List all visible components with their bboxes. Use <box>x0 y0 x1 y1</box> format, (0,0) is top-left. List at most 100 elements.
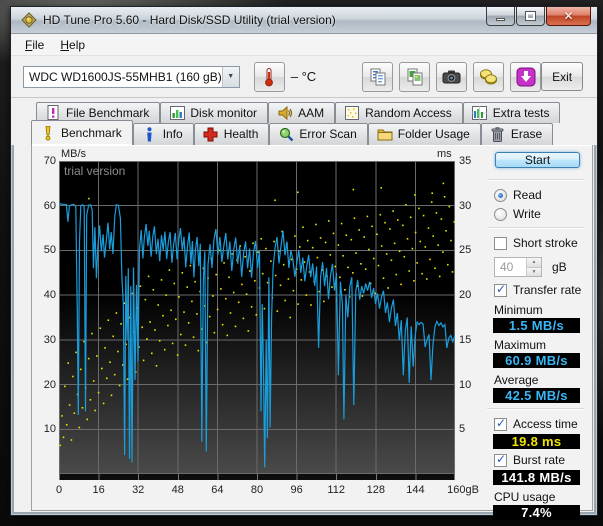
x-tick: 16 <box>79 484 119 496</box>
copy-image-icon <box>406 68 424 86</box>
titlebar[interactable]: HD Tune Pro 5.60 - Hard Disk/SSD Utility… <box>11 7 597 34</box>
tab-label: Folder Usage <box>398 127 470 141</box>
write-radio-row[interactable]: Write <box>494 207 584 221</box>
y-left-tick: 60 <box>32 200 56 212</box>
burst-rate-checkbox[interactable] <box>494 454 507 467</box>
tab-strip: File Benchmark Disk monitor AAM Random A… <box>11 98 597 145</box>
short-stroke-label: Short stroke <box>513 236 578 250</box>
folder-icon <box>377 126 393 142</box>
burst-rate-row[interactable]: Burst rate <box>494 453 584 467</box>
x-tick: 32 <box>118 484 158 496</box>
maximize-button[interactable] <box>516 7 545 26</box>
read-label: Read <box>513 188 542 202</box>
chart-canvas <box>59 161 455 480</box>
magnifier-icon <box>278 126 294 142</box>
close-icon: ✕ <box>563 9 573 23</box>
tab-label: Erase <box>511 127 542 141</box>
y-left-tick: 10 <box>32 423 56 435</box>
read-radio[interactable] <box>494 189 507 202</box>
menubar: File Help <box>11 34 597 56</box>
y-right-tick: 10 <box>459 379 471 391</box>
maximize-icon <box>526 12 535 20</box>
access-time-row[interactable]: Access time <box>494 417 584 431</box>
tab-folder-usage[interactable]: Folder Usage <box>368 123 481 145</box>
tab-row-primary: Benchmark Info Health Error Scan <box>31 123 597 145</box>
drive-selector[interactable]: WDC WD1600JS-55MHB1 (160 gB) ▼ <box>23 66 240 88</box>
start-button[interactable]: Start <box>495 152 580 168</box>
tab-label: Extra tests <box>493 106 550 120</box>
tab-extra-tests[interactable]: Extra tests <box>463 102 561 123</box>
tab-health[interactable]: Health <box>194 123 270 145</box>
drive-selector-value: WDC WD1600JS-55MHB1 (160 gB) <box>29 70 222 84</box>
exit-button[interactable]: Exit <box>541 62 583 91</box>
tab-aam[interactable]: AAM <box>268 102 335 123</box>
write-radio[interactable] <box>494 208 507 221</box>
x-tick: 0 <box>39 484 79 496</box>
y-left-axis-title: MB/s <box>61 148 86 160</box>
transfer-rate-checkbox[interactable] <box>494 284 507 297</box>
access-time-checkbox[interactable] <box>494 418 507 431</box>
menu-help[interactable]: Help <box>52 35 93 55</box>
exclamation-icon <box>40 125 56 141</box>
chevron-down-icon: ▼ <box>222 67 239 87</box>
temperature-value: – °C <box>291 69 316 84</box>
burst-rate-value: 141.8 MB/s <box>493 470 580 485</box>
temperature-button[interactable] <box>254 62 285 92</box>
short-stroke-row[interactable]: Short stroke <box>494 236 584 250</box>
benchmark-tab-page: MB/s ms trial version 70605040302010 353… <box>31 145 593 511</box>
toolbar: WDC WD1600JS-55MHB1 (160 gB) ▼ – °C <box>11 56 597 98</box>
tab-error-scan[interactable]: Error Scan <box>269 123 367 145</box>
menu-file[interactable]: File <box>17 35 52 55</box>
capacity-stepper[interactable]: 40 ▲ ▼ <box>494 257 542 277</box>
tab-erase[interactable]: Erase <box>481 123 553 145</box>
burst-rate-label: Burst rate <box>513 453 565 467</box>
y-left-tick: 20 <box>32 379 56 391</box>
update-button[interactable] <box>510 62 541 92</box>
average-value: 42.5 MB/s <box>493 388 580 403</box>
minimize-button[interactable] <box>486 7 515 26</box>
y-right-tick: 15 <box>459 334 471 346</box>
y-right-tick: 25 <box>459 244 471 256</box>
tab-info[interactable]: Info <box>133 123 194 145</box>
access-time-label: Access time <box>513 417 578 431</box>
control-panel: Start Read Write Short stroke 40 <box>481 145 592 510</box>
benchmark-chart: MB/s ms trial version 70605040302010 353… <box>32 145 481 510</box>
cpu-usage-label: CPU usage <box>494 490 584 504</box>
speaker-icon <box>277 105 293 121</box>
tab-label: Disk monitor <box>190 106 257 120</box>
tab-benchmark[interactable]: Benchmark <box>31 120 133 145</box>
y-left-tick: 50 <box>32 244 56 256</box>
transfer-rate-row[interactable]: Transfer rate <box>494 283 584 297</box>
tab-label: Health <box>224 127 259 141</box>
window-title: HD Tune Pro 5.60 - Hard Disk/SSD Utility… <box>43 13 336 27</box>
minimize-icon <box>496 18 505 21</box>
trash-icon <box>490 126 506 142</box>
tab-random-access[interactable]: Random Access <box>335 102 463 123</box>
file-benchmark-icon <box>45 105 61 121</box>
copy-text-button[interactable] <box>362 62 393 92</box>
copy-text-icon <box>369 68 387 86</box>
x-tick: 128 <box>356 484 396 496</box>
tab-label: Info <box>163 127 183 141</box>
tab-disk-monitor[interactable]: Disk monitor <box>160 102 268 123</box>
stepper-down-icon[interactable]: ▼ <box>527 268 541 277</box>
x-tick: 160gB <box>443 484 483 496</box>
close-button[interactable]: ✕ <box>546 7 591 26</box>
copy-image-button[interactable] <box>399 62 430 92</box>
screenshot-button[interactable] <box>436 62 467 92</box>
minimum-value: 1.5 MB/s <box>493 318 580 333</box>
extra-tests-icon <box>472 105 488 121</box>
maximum-label: Maximum <box>494 338 584 352</box>
short-stroke-checkbox[interactable] <box>494 237 507 250</box>
capacity-unit-label: gB <box>552 260 567 274</box>
stepper-up-icon[interactable]: ▲ <box>527 258 541 268</box>
random-access-icon <box>344 105 360 121</box>
register-button[interactable] <box>473 62 504 92</box>
capacity-row: 40 ▲ ▼ gB <box>494 257 584 277</box>
y-left-tick: 70 <box>32 155 56 167</box>
tab-label: File Benchmark <box>66 106 149 120</box>
camera-icon <box>442 68 461 86</box>
toolbar-icon-group <box>362 62 541 92</box>
y-right-tick: 35 <box>459 155 471 167</box>
read-radio-row[interactable]: Read <box>494 188 584 202</box>
